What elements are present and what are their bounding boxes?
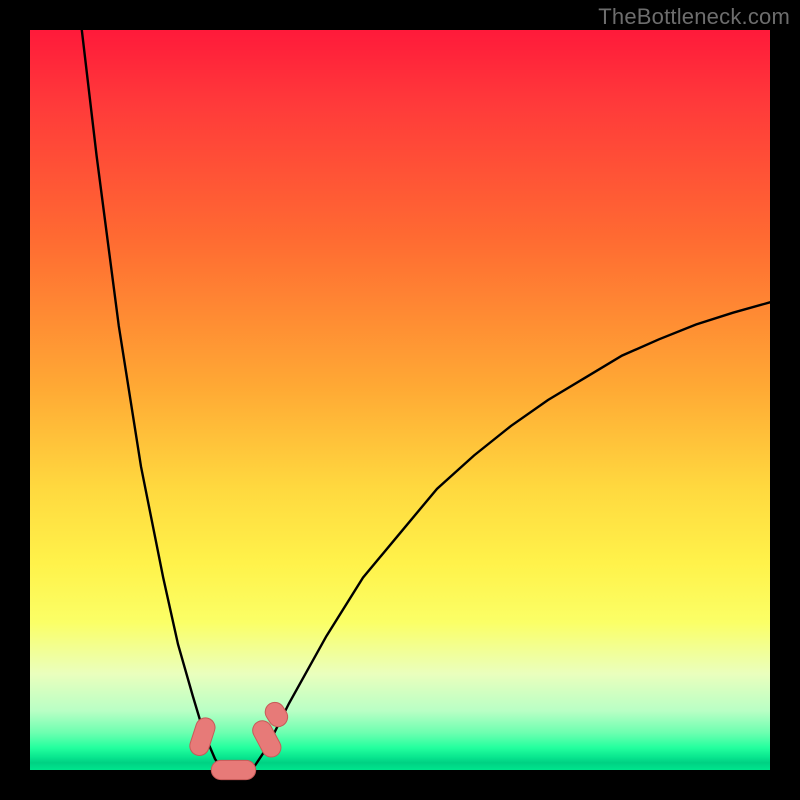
plot-svg [30, 30, 770, 770]
chart-frame: TheBottleneck.com [0, 0, 800, 800]
data-markers [187, 699, 291, 780]
curve-path [82, 30, 770, 770]
plot-area [30, 30, 770, 770]
bottleneck-curve [82, 30, 770, 770]
marker-1 [211, 760, 255, 779]
watermark-text: TheBottleneck.com [598, 4, 790, 30]
